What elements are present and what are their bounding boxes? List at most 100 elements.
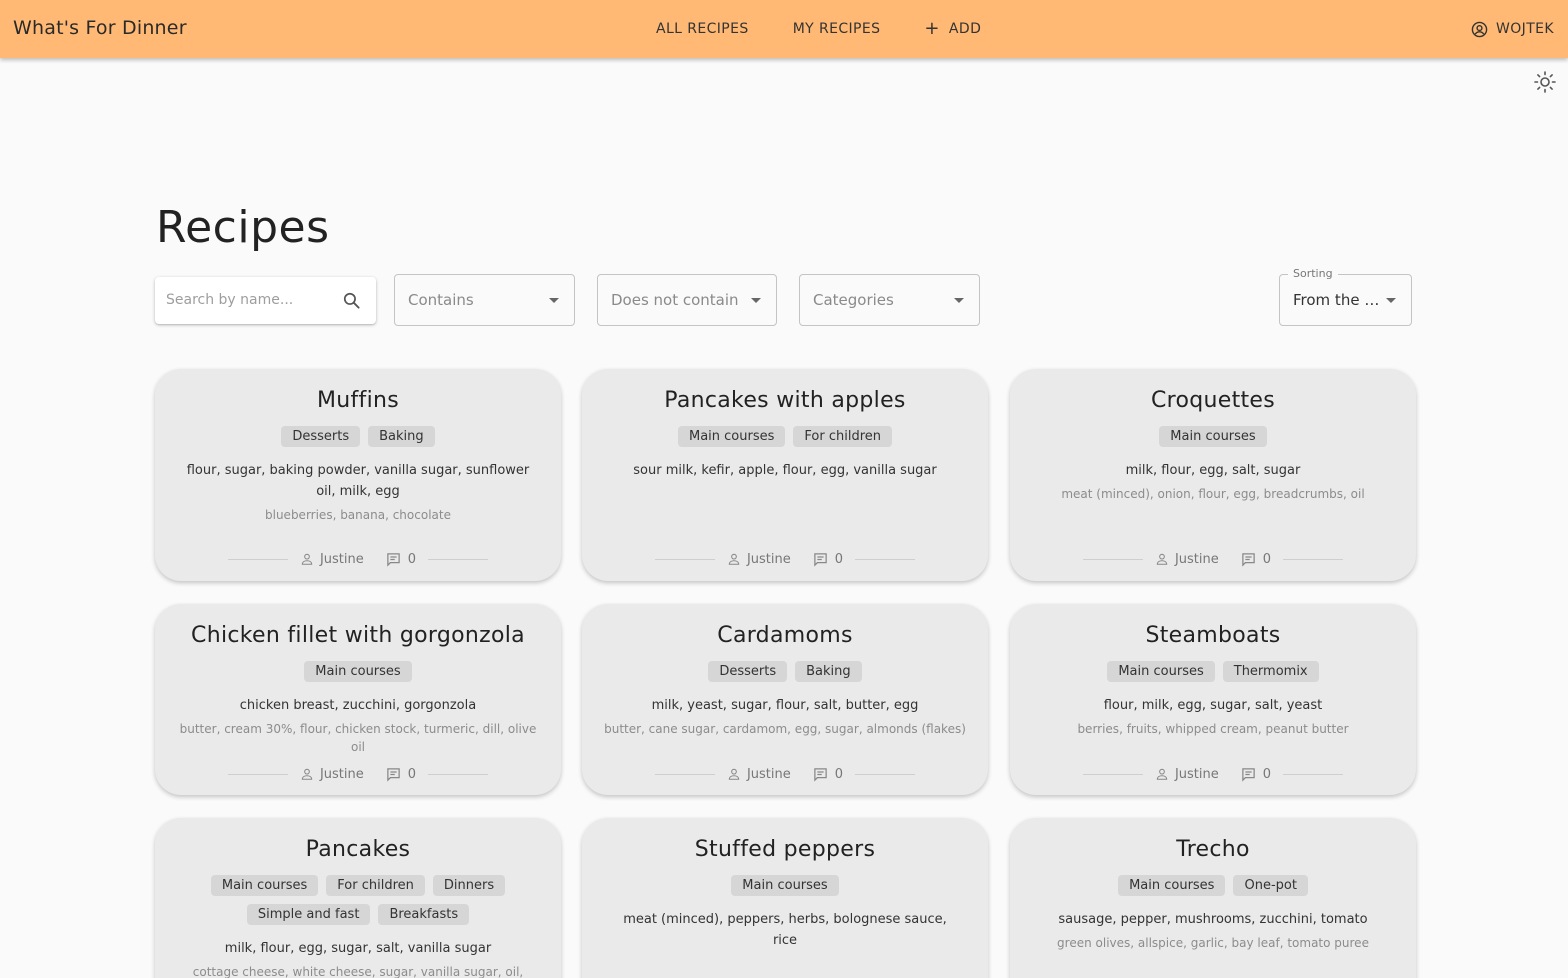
recipe-card[interactable]: Pancakes with apples Main courses For chil… (582, 369, 988, 581)
category-chip[interactable]: Main courses (1118, 875, 1226, 896)
user-menu-button[interactable]: WOJTEK (1471, 0, 1554, 58)
recipe-extra-ingredients: butter, cream 30%, flour, chicken stock,… (179, 722, 537, 754)
categories-select[interactable]: Categories (799, 274, 980, 326)
brand-title[interactable]: What's For Dinner (13, 17, 187, 39)
category-chip[interactable]: Breakfasts (378, 904, 470, 925)
nav-add-label: ADD (948, 21, 982, 37)
search-input[interactable] (166, 289, 336, 311)
recipe-card[interactable]: Trecho Main courses One-pot sausage, pepper… (1010, 818, 1416, 978)
recipe-author[interactable]: Justine (1155, 767, 1219, 782)
search-icon[interactable] (342, 291, 361, 310)
comment-count: 0 (834, 766, 844, 782)
recipe-meta: Justine 0 (155, 764, 561, 784)
nav-all-recipes[interactable]: ALL RECIPES (645, 13, 760, 45)
recipe-comments[interactable]: 0 (1241, 767, 1271, 782)
recipe-title: Chicken fillet with gorgonzola (191, 623, 525, 648)
not-contains-select-value: Does not contain (611, 291, 739, 309)
recipe-tags: Desserts Baking (632, 661, 938, 682)
recipe-author[interactable]: Justine (1155, 552, 1219, 567)
plus-icon: + (924, 18, 940, 39)
recipe-meta: Justine 0 (155, 549, 561, 569)
recipe-card[interactable]: Cardamoms Desserts Baking milk, yeast, suga… (582, 604, 988, 795)
person-icon (1156, 768, 1168, 780)
category-chip[interactable]: Main courses (210, 875, 319, 896)
recipe-extra-ingredients: green olives, allspice, garlic, bay leaf… (1057, 936, 1369, 950)
comment-icon (814, 552, 827, 567)
author-name: Justine (319, 766, 364, 782)
category-chip[interactable]: For children (793, 426, 892, 447)
recipe-title: Trecho (1176, 837, 1250, 862)
recipe-card[interactable]: Steamboats Main courses Thermomix flour, mi… (1010, 604, 1416, 795)
app-bar: What's For Dinner ALL RECIPES MY RECIPES… (0, 0, 1568, 58)
recipe-ingredients: flour, sugar, baking powder, vanilla sug… (186, 463, 530, 499)
divider (428, 558, 489, 560)
divider (227, 773, 288, 775)
category-chip[interactable]: Main courses (677, 426, 786, 447)
recipe-author[interactable]: Justine (727, 552, 791, 567)
recipe-title: Stuffed peppers (694, 837, 876, 862)
recipe-title: Muffins (316, 388, 400, 413)
category-chip[interactable]: Main courses (731, 875, 839, 896)
divider (1082, 558, 1143, 560)
recipe-author[interactable]: Justine (300, 552, 364, 567)
recipe-meta: Justine 0 (1010, 549, 1416, 569)
recipe-extra-ingredients: cottage cheese, white cheese, sugar, van… (192, 965, 524, 978)
nav-all-recipes-label: ALL RECIPES (656, 21, 749, 37)
recipe-comments[interactable]: 0 (813, 767, 843, 782)
user-name: WOJTEK (1496, 21, 1554, 37)
recipe-comments[interactable]: 0 (386, 767, 416, 782)
recipe-comments[interactable]: 0 (813, 552, 843, 567)
comment-icon (814, 767, 827, 782)
recipe-author[interactable]: Justine (300, 767, 364, 782)
recipe-title: Pancakes (305, 837, 411, 862)
category-chip[interactable]: Main courses (1107, 661, 1215, 682)
author-name: Justine (746, 551, 791, 567)
category-chip[interactable]: Baking (368, 426, 435, 447)
category-chip[interactable]: One-pot (1233, 875, 1308, 896)
chevron-down-icon (751, 298, 761, 303)
comment-icon (1242, 767, 1255, 782)
category-chip[interactable]: Main courses (304, 661, 412, 682)
divider (654, 773, 715, 775)
recipe-tags: Desserts Baking (205, 426, 511, 447)
recipe-tags: Main courses For children Dinners Simple an… (205, 875, 511, 925)
recipe-card[interactable]: Pancakes Main courses For children Dinners S… (155, 818, 561, 978)
category-chip[interactable]: Main courses (1159, 426, 1267, 447)
recipe-card[interactable]: Muffins Desserts Baking flour, sugar, bakin… (155, 369, 561, 581)
chevron-down-icon (954, 298, 964, 303)
recipe-title: Steamboats (1145, 623, 1281, 648)
category-chip[interactable]: For children (326, 875, 425, 896)
sorting-select[interactable]: Sorting From the oldest (1279, 267, 1412, 326)
comment-icon (1242, 552, 1255, 567)
contains-select[interactable]: Contains (394, 274, 575, 326)
search-box (155, 277, 376, 324)
not-contains-select[interactable]: Does not contain (597, 274, 777, 326)
recipe-card[interactable]: Chicken fillet with gorgonzola Main cours… (155, 604, 561, 795)
recipe-ingredients: chicken breast, zucchini, gorgonzola (239, 698, 477, 713)
recipe-comments[interactable]: 0 (386, 552, 416, 567)
nav-add[interactable]: + ADD (913, 13, 992, 45)
category-chip[interactable]: Dinners (432, 875, 506, 896)
account-circle-icon (1471, 21, 1488, 37)
recipe-ingredients: sour milk, kefir, apple, flour, egg, van… (633, 463, 937, 478)
comment-count: 0 (1262, 551, 1272, 567)
comment-icon (387, 552, 400, 567)
recipe-extra-ingredients: meat (minced), onion, flour, egg, breadc… (1061, 487, 1365, 501)
recipe-tags: Main courses (1060, 426, 1366, 447)
category-chip[interactable]: Desserts (281, 426, 361, 447)
category-chip[interactable]: Simple and fast (246, 904, 371, 925)
category-chip[interactable]: Baking (795, 661, 862, 682)
main-nav: ALL RECIPES MY RECIPES + ADD (645, 0, 1014, 58)
recipe-card[interactable]: Stuffed peppers Main courses meat (minced)… (582, 818, 988, 978)
divider (654, 558, 715, 560)
recipe-card[interactable]: Croquettes Main courses milk, flour, egg, … (1010, 369, 1416, 581)
category-chip[interactable]: Desserts (708, 661, 788, 682)
person-icon (1156, 553, 1168, 565)
category-chip[interactable]: Thermomix (1222, 661, 1319, 682)
recipe-comments[interactable]: 0 (1241, 552, 1271, 567)
recipe-author[interactable]: Justine (727, 767, 791, 782)
theme-toggle-button[interactable] (1533, 70, 1557, 94)
recipe-tags: Main courses (205, 661, 511, 682)
nav-my-recipes[interactable]: MY RECIPES (782, 13, 892, 45)
recipe-tags: Main courses One-pot (1060, 875, 1366, 896)
